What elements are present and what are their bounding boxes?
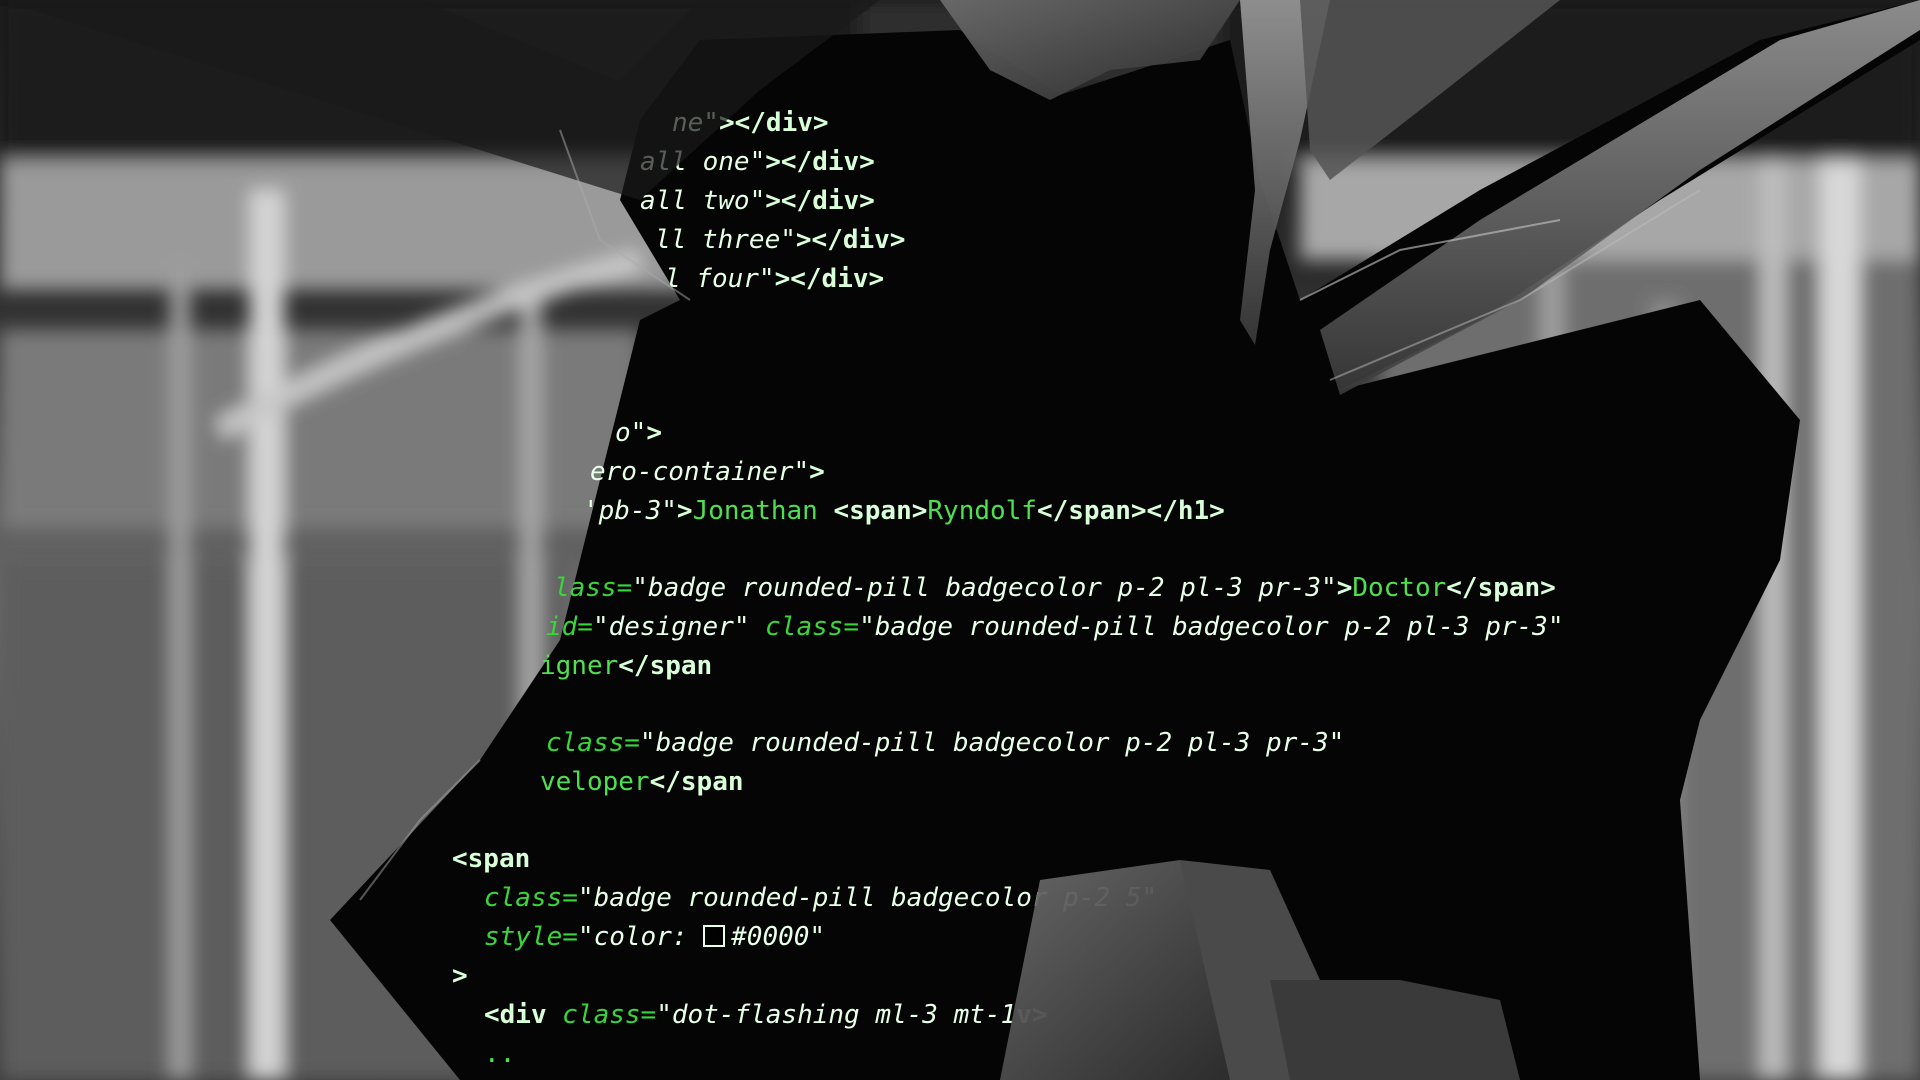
code-line: style="color: #0000" (484, 922, 825, 952)
code-token-tag: </span (618, 651, 713, 681)
code-token-str: "badge rounded-pill badgecolor p-2 pl-3 … (639, 728, 1345, 758)
code-token-str: l four" (665, 264, 775, 294)
code-token-str: "badge rounded-pill badgecolor p-2 pl-3 … (632, 573, 1337, 603)
code-token-tag: > (452, 961, 468, 991)
shattered-glass-code-scene: ne"></div> all one"></div> all two"></div>… (0, 0, 1920, 1080)
code-line: o"> (615, 418, 662, 448)
code-token-str: 5" (1125, 883, 1158, 913)
code-token-tag: <span (452, 844, 531, 874)
code-token-str: "color: (577, 922, 704, 952)
code-token-str: #0000" (731, 922, 826, 952)
code-token-text: Ryndolf (927, 496, 1037, 526)
code-token-attr: id= (546, 612, 593, 642)
code-token-text: .. (484, 1039, 516, 1069)
code-line: igner</span (540, 651, 712, 681)
code-token-tag: </span></h1> (1036, 496, 1225, 526)
code-token-tag: v> (1016, 1000, 1048, 1030)
code-token-tag: > (646, 418, 662, 448)
code-line: all two"></div> (640, 186, 875, 216)
code-line: ero-container"> (590, 457, 825, 487)
code-token-tag: ></div> (795, 225, 906, 255)
code-token-tag: > (809, 457, 825, 487)
code-editor-text: ne"></div> all one"></div> all two"></div>… (0, 0, 1920, 1080)
code-token-str: 'pb-3" (583, 496, 677, 526)
code-line: <span (452, 844, 530, 874)
code-token-str: ne" (672, 108, 719, 138)
code-line: > (452, 961, 468, 991)
code-token-tag: <span> (833, 496, 928, 526)
code-token-text: igner (540, 651, 619, 681)
code-line: <div class="dot-flashing ml-3 mt-1v> (484, 1000, 1048, 1030)
code-token-text: veloper (540, 767, 650, 797)
code-token-tag: ></div> (765, 147, 875, 177)
code-line: id="designer" class="badge rounded-pill … (546, 612, 1563, 642)
code-token-tag: </span> (1446, 573, 1556, 603)
code-token-str: "dot-flashing ml-3 mt-1 (656, 1000, 1017, 1030)
code-token-str: all two" (640, 186, 766, 216)
code-token-str: all one" (640, 147, 766, 177)
code-line: ne"></div> (672, 108, 829, 138)
code-token-tag: > (1336, 573, 1353, 603)
code-token-str: ll three" (655, 225, 796, 255)
code-token-tag: ></div> (718, 108, 829, 138)
code-line: ll three"></div> (655, 225, 905, 255)
code-line: 'pb-3">Jonathan <span>Ryndolf</span></h1… (583, 496, 1225, 526)
code-token-attr: class= (562, 1000, 657, 1030)
code-token-attr: lass= (554, 573, 633, 603)
code-token-tag: </span (649, 767, 744, 797)
code-token-tag: ></div> (774, 264, 885, 294)
code-token-attr: class= (765, 612, 860, 642)
code-line: lass="badge rounded-pill badgecolor p-2 … (554, 573, 1556, 603)
code-token-tag: > (676, 496, 693, 526)
code-token-str: "designer" (592, 612, 766, 642)
color-swatch-icon (703, 925, 726, 947)
code-token-tag: ></div> (765, 186, 875, 216)
code-token-str: "badge rounded-pill badgecolor p-2 (577, 883, 1126, 913)
code-token-text: Jonathan (692, 496, 834, 526)
code-token-attr: style= (484, 922, 578, 952)
code-token-str: ero-container" (590, 457, 810, 487)
code-token-attr: class= (484, 883, 578, 913)
code-line: l four"></div> (665, 264, 884, 294)
code-line: .. (484, 1039, 515, 1069)
code-line: class="badge rounded-pill badgecolor p-2… (546, 728, 1344, 758)
code-token-attr: class= (546, 728, 640, 758)
code-line: all one"></div> (640, 147, 875, 177)
code-token-str: o" (615, 418, 647, 448)
code-line: class="badge rounded-pill badgecolor p-2… (484, 883, 1157, 913)
code-line: veloper</span (540, 767, 744, 797)
code-token-tag: <div (484, 1000, 563, 1030)
code-token-str: "badge rounded-pill badgecolor p-2 pl-3 … (859, 612, 1564, 642)
code-token-text: Doctor (1352, 573, 1447, 603)
